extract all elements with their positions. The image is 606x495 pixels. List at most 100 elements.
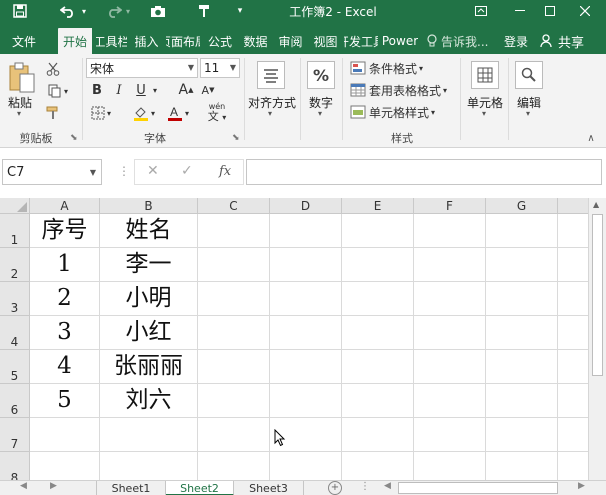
row-header[interactable]: 4 [0, 316, 30, 350]
cancel-entry-icon[interactable]: ✕ [147, 163, 159, 179]
cell[interactable] [486, 282, 558, 316]
cell-a6[interactable]: 5 [30, 384, 100, 418]
cell[interactable] [198, 248, 270, 282]
cell-b2[interactable]: 李一 [100, 248, 198, 282]
cells-icon[interactable] [470, 60, 500, 90]
conditional-format-button[interactable]: 条件格式 ▾ [350, 58, 450, 78]
tab-home[interactable]: 开始 [58, 28, 92, 54]
cell[interactable] [486, 418, 558, 452]
confirm-entry-icon[interactable]: ✓ [181, 163, 193, 179]
cell-a1[interactable]: 序号 [30, 214, 100, 248]
font-launcher-icon[interactable]: ⬊ [232, 133, 240, 143]
cell[interactable] [558, 316, 588, 350]
row-header[interactable]: 1 [0, 214, 30, 248]
column-header[interactable]: C [198, 198, 270, 214]
cell[interactable] [270, 248, 342, 282]
cell[interactable] [198, 384, 270, 418]
formula-input[interactable] [246, 159, 602, 185]
fill-color-icon[interactable]: ▾ [130, 104, 158, 122]
formula-bar-grip-icon[interactable]: ⋮ [118, 164, 130, 178]
cell[interactable] [270, 384, 342, 418]
minimize-icon[interactable] [505, 0, 535, 22]
cell-a5[interactable]: 4 [30, 350, 100, 384]
cell[interactable] [270, 214, 342, 248]
worksheet-grid[interactable]: A B C D E F G 1 序号 姓名 2 1 李一 3 2 小明 4 3 … [0, 198, 588, 480]
cell[interactable] [198, 282, 270, 316]
borders-icon[interactable]: ▾ [88, 104, 114, 122]
select-all-corner[interactable] [0, 198, 30, 214]
cell[interactable] [342, 214, 414, 248]
format-painter-ribbon-icon[interactable] [44, 104, 62, 122]
tab-data[interactable]: 数据 [240, 28, 271, 54]
cell-styles-button[interactable]: 单元格样式 ▾ [350, 102, 450, 122]
cell[interactable] [558, 350, 588, 384]
next-sheet-icon[interactable]: ▶ [50, 481, 57, 491]
number-dropdown-icon[interactable]: ▾ [318, 109, 322, 118]
cell-b5[interactable]: 张丽丽 [100, 350, 198, 384]
tab-file[interactable]: 文件 [4, 28, 44, 54]
cell-a2[interactable]: 1 [30, 248, 100, 282]
vertical-scrollbar[interactable]: ▲ [588, 198, 606, 480]
login-link[interactable]: 登录 [504, 28, 528, 54]
cell[interactable] [486, 248, 558, 282]
tab-power[interactable]: Power [382, 28, 418, 54]
cell[interactable] [342, 452, 414, 480]
bold-button[interactable]: B [88, 81, 106, 99]
underline-button[interactable]: U [132, 81, 150, 99]
scroll-left-icon[interactable]: ◀ [384, 481, 391, 491]
align-icon[interactable] [256, 60, 286, 90]
phonetic-guide-icon[interactable]: wén 文 ▾ [200, 102, 234, 124]
share-button[interactable]: 共享 [540, 28, 584, 54]
cell-c7[interactable] [198, 418, 270, 452]
cell[interactable] [558, 248, 588, 282]
cell-b4[interactable]: 小红 [100, 316, 198, 350]
tab-view[interactable]: 视图 [310, 28, 341, 54]
scroll-up-icon[interactable]: ▲ [593, 200, 599, 209]
sheet-tab-sheet1[interactable]: Sheet1 [96, 481, 166, 495]
cell-a3[interactable]: 2 [30, 282, 100, 316]
cell[interactable] [414, 384, 486, 418]
column-header[interactable]: D [270, 198, 342, 214]
cell[interactable] [342, 418, 414, 452]
scroll-right-icon[interactable]: ▶ [578, 481, 585, 491]
cell[interactable] [414, 282, 486, 316]
cell[interactable] [342, 316, 414, 350]
percent-icon[interactable]: % [306, 60, 336, 90]
cell[interactable] [414, 418, 486, 452]
tab-review[interactable]: 审阅 [275, 28, 306, 54]
cell[interactable] [414, 214, 486, 248]
column-header[interactable]: F [414, 198, 486, 214]
name-box[interactable]: C7 ▼ [2, 159, 102, 185]
cell[interactable] [342, 350, 414, 384]
cell[interactable] [270, 316, 342, 350]
cell[interactable] [414, 316, 486, 350]
paste-icon[interactable] [6, 60, 38, 96]
cut-icon[interactable] [44, 60, 62, 78]
cell[interactable] [414, 248, 486, 282]
paste-dropdown-icon[interactable]: ▾ [17, 109, 21, 118]
cell[interactable] [558, 418, 588, 452]
cell-a8[interactable] [30, 452, 100, 480]
ribbon-display-icon[interactable] [466, 0, 496, 22]
font-size-select[interactable]: 11 ▼ [200, 58, 240, 78]
close-icon[interactable] [570, 0, 600, 22]
row-header[interactable]: 8 [0, 452, 30, 480]
column-header[interactable]: B [100, 198, 198, 214]
tab-page-layout[interactable]: 页面布局 [166, 28, 200, 54]
tab-formulas[interactable]: 公式 [204, 28, 236, 54]
sheet-tab-sheet3[interactable]: Sheet3 [234, 481, 304, 495]
collapse-ribbon-icon[interactable]: ∧ [584, 132, 598, 144]
shrink-font-button[interactable]: A ▼ [200, 81, 216, 99]
cell-b3[interactable]: 小明 [100, 282, 198, 316]
cell[interactable] [558, 214, 588, 248]
scrollbar-thumb[interactable] [592, 214, 603, 376]
cell[interactable] [342, 248, 414, 282]
copy-icon[interactable]: ▾ [44, 82, 72, 100]
cells-dropdown-icon[interactable]: ▾ [482, 109, 486, 118]
font-color-icon[interactable]: A ▾ [164, 104, 192, 122]
clipboard-launcher-icon[interactable]: ⬊ [70, 133, 78, 143]
cell[interactable] [342, 282, 414, 316]
maximize-icon[interactable] [535, 0, 565, 22]
align-dropdown-icon[interactable]: ▾ [268, 109, 272, 118]
font-name-select[interactable]: 宋体 ▼ [86, 58, 198, 78]
